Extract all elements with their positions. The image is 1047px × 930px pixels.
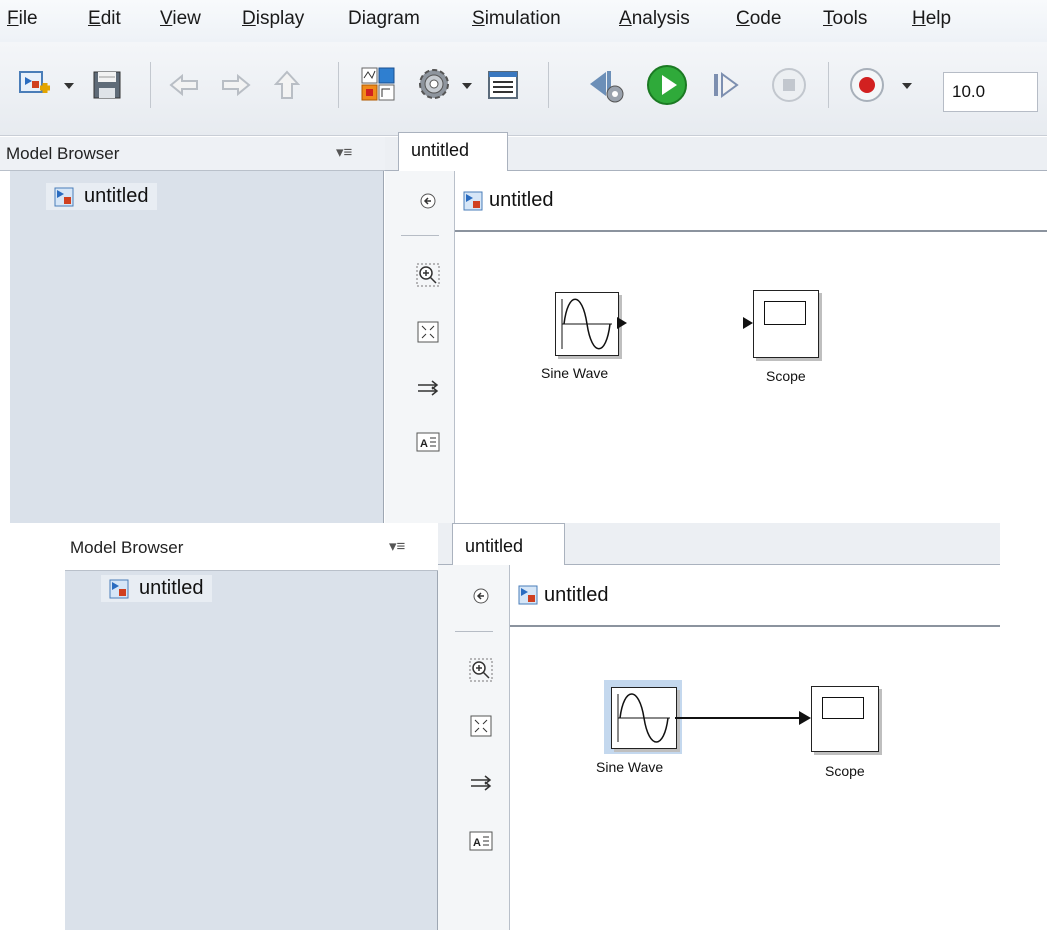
model-browser-header: Model Browser ▾≡ [0, 137, 385, 171]
scope-screen [822, 697, 864, 719]
toolbar-separator [338, 62, 339, 108]
sine-output-port-icon[interactable] [617, 317, 627, 329]
forward-arrow-icon[interactable] [220, 70, 252, 100]
model-icon [463, 191, 483, 211]
model-browser-menu-icon[interactable]: ▾≡ [336, 143, 352, 161]
menu-edit[interactable]: Edit [88, 8, 121, 30]
model-icon [518, 585, 538, 605]
sine-wave-block[interactable] [611, 687, 677, 749]
model-browser-title: Model Browser [70, 538, 184, 557]
scope-label: Scope [825, 763, 865, 779]
toolbar [0, 42, 1047, 136]
toolbar-separator [828, 62, 829, 108]
canvas-title: untitled [489, 189, 554, 211]
model-icon [109, 579, 129, 599]
back-arrow-icon[interactable] [168, 70, 200, 100]
fit-to-view-icon[interactable] [415, 319, 441, 345]
canvas-palette: A [438, 565, 510, 930]
step-forward-icon[interactable] [708, 68, 742, 102]
new-model-dropdown-icon[interactable] [64, 83, 74, 89]
zoom-in-icon[interactable] [415, 262, 441, 288]
menu-diagram[interactable]: Diagram [348, 8, 420, 30]
sine-wave-label: Sine Wave [541, 365, 609, 381]
menu-help[interactable]: Help [912, 8, 951, 30]
up-arrow-icon[interactable] [272, 68, 302, 102]
save-icon[interactable] [90, 68, 124, 102]
tab-untitled[interactable]: untitled [452, 523, 565, 566]
canvas-breadcrumb: untitled [510, 565, 1000, 627]
tree-item-untitled[interactable]: untitled [46, 183, 157, 210]
signal-arrows-icon[interactable] [468, 770, 494, 796]
palette-separator [455, 631, 493, 632]
tree-item-label: untitled [139, 577, 204, 599]
toolbar-separator [150, 62, 151, 108]
sine-wave-label: Sine Wave [596, 759, 664, 775]
hide-browser-icon[interactable] [415, 188, 441, 214]
menu-code[interactable]: Code [736, 8, 781, 30]
stop-icon[interactable] [770, 66, 808, 104]
signal-arrows-icon[interactable] [415, 375, 441, 401]
canvas-title: untitled [544, 583, 609, 606]
record-icon[interactable] [848, 66, 886, 104]
model-config-gear-icon[interactable] [416, 66, 452, 102]
gear-dropdown-icon[interactable] [462, 83, 472, 89]
stop-time-input[interactable]: 10.0 [943, 72, 1038, 112]
scope-block[interactable] [811, 686, 879, 752]
fit-to-view-icon[interactable] [468, 713, 494, 739]
annotation-icon[interactable]: A [415, 429, 441, 455]
zoom-in-icon[interactable] [468, 657, 494, 683]
tree-item-untitled[interactable]: untitled [101, 575, 212, 602]
canvas-palette: A [385, 171, 455, 523]
run-icon[interactable] [646, 64, 688, 106]
menu-simulation[interactable]: Simulation [472, 8, 561, 30]
hide-browser-icon[interactable] [468, 583, 494, 609]
model-browser-header: Model Browser ▾≡ [65, 523, 438, 571]
new-model-icon[interactable] [18, 68, 52, 102]
model-icon [54, 187, 74, 207]
palette-separator [401, 235, 439, 236]
tab-untitled[interactable]: untitled [398, 132, 508, 172]
model-browser-tree: untitled [10, 171, 384, 523]
menu-tools[interactable]: Tools [823, 8, 867, 30]
model-browser-menu-icon[interactable]: ▾≡ [389, 537, 405, 555]
signal-arrowhead-icon [799, 711, 811, 725]
scope-input-port-icon[interactable] [743, 317, 753, 329]
menu-display[interactable]: Display [242, 8, 304, 30]
menu-view[interactable]: View [160, 8, 201, 30]
scope-label: Scope [766, 368, 806, 384]
step-back-icon[interactable] [586, 66, 626, 104]
toolbar-separator [548, 62, 549, 108]
model-browser-tree: untitled [65, 571, 438, 930]
library-browser-icon[interactable] [360, 66, 396, 102]
record-dropdown-icon[interactable] [902, 83, 912, 89]
menu-bar: File Edit View Display Diagram Simulatio… [0, 0, 1047, 42]
menu-analysis[interactable]: Analysis [619, 8, 690, 30]
model-canvas: Sine Wave Scope [510, 627, 1000, 930]
annotation-icon[interactable]: A [468, 828, 494, 854]
scope-screen [764, 301, 806, 325]
model-browser-title: Model Browser [6, 144, 120, 163]
canvas-breadcrumb: untitled [455, 171, 1047, 232]
tree-item-label: untitled [84, 185, 149, 207]
svg-text:A: A [473, 837, 481, 849]
sine-wave-block[interactable] [555, 292, 619, 356]
scope-block[interactable] [753, 290, 819, 358]
svg-text:A: A [420, 438, 428, 450]
signal-line[interactable] [675, 717, 803, 719]
model-canvas: Sine Wave Scope [455, 232, 1047, 523]
menu-file[interactable]: File [7, 8, 38, 30]
model-explorer-icon[interactable] [486, 68, 520, 102]
